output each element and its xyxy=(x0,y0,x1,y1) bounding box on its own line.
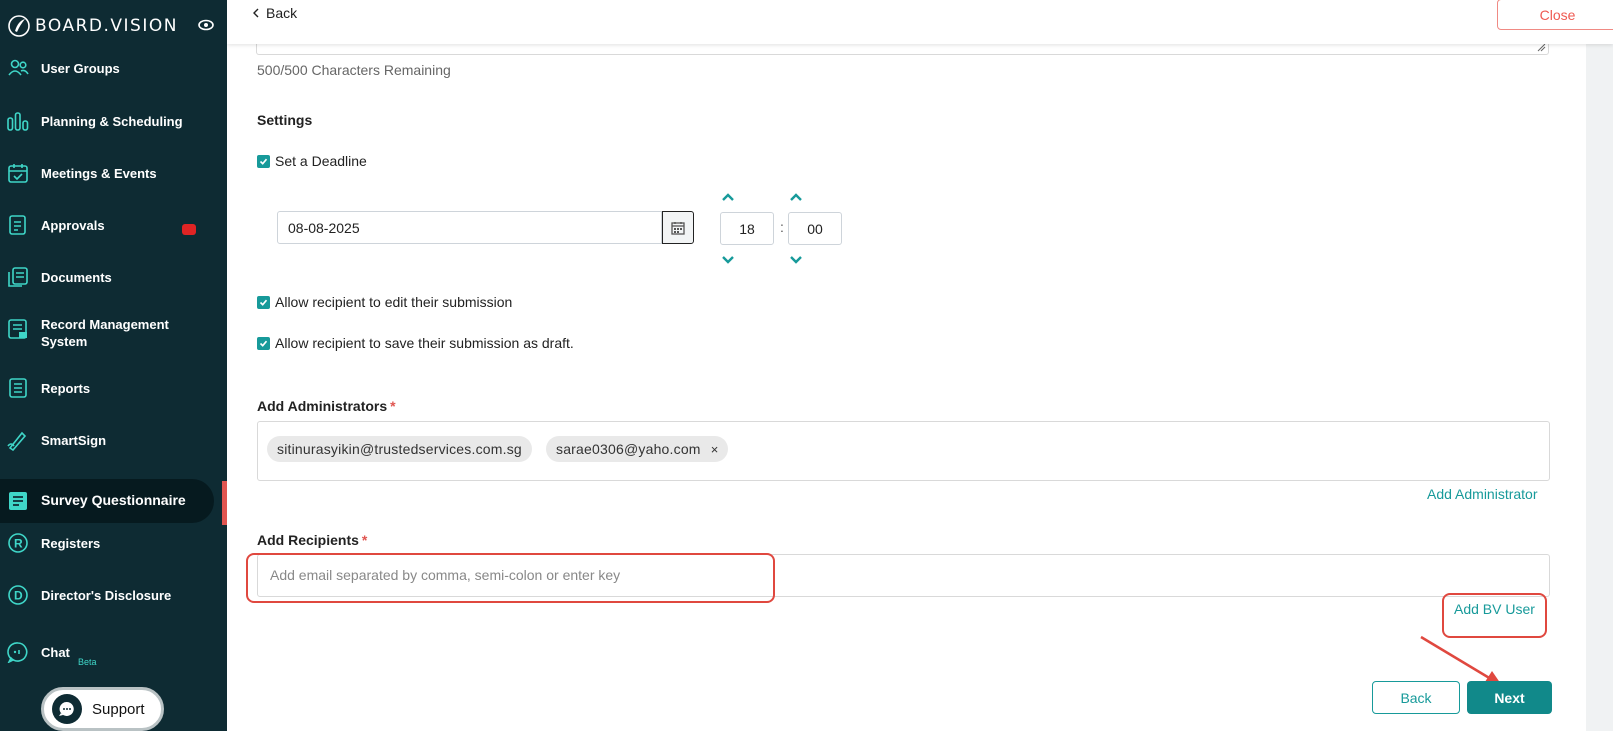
support-button[interactable]: Support xyxy=(41,687,164,731)
admin-chip[interactable]: sitinurasyikin@trustedservices.com.sg xyxy=(267,436,532,462)
admins-title: Add Administrators * xyxy=(257,398,396,414)
disclosure-icon: D xyxy=(8,585,28,605)
survey-icon xyxy=(9,492,27,510)
deadline-checkbox-row[interactable]: Set a Deadline xyxy=(257,153,367,169)
resize-grip-icon[interactable] xyxy=(1537,43,1546,52)
support-chat-icon xyxy=(52,694,82,724)
sidebar-item-label: Reports xyxy=(41,380,91,396)
highlight-add-bv-user xyxy=(1442,593,1547,638)
beta-badge: Beta xyxy=(78,657,97,667)
logo-mark-icon xyxy=(8,15,30,37)
recipients-title: Add Recipients * xyxy=(257,532,367,548)
topbar: Back Close xyxy=(227,0,1613,44)
hour-input[interactable]: 18 xyxy=(720,212,774,245)
admin-email: sarae0306@yaho.com xyxy=(556,441,701,457)
required-mark: * xyxy=(361,532,368,548)
allow-draft-checkbox-row[interactable]: Allow recipient to save their submission… xyxy=(257,335,574,351)
time-separator: : xyxy=(780,219,784,235)
approvals-icon xyxy=(9,215,26,235)
sidebar-item-label: Registers xyxy=(41,535,101,551)
highlight-recipients-input xyxy=(246,553,775,603)
allow-edit-label: Allow recipient to edit their submission xyxy=(275,294,513,310)
sidebar-item-label: User Groups xyxy=(41,60,120,76)
svg-text:R: R xyxy=(14,537,23,551)
back-link[interactable]: Back xyxy=(252,5,297,21)
logo[interactable]: BOARD.VISION xyxy=(6,13,178,39)
remove-chip-icon[interactable]: × xyxy=(711,442,719,457)
sidebar-item-label: Meetings & Events xyxy=(41,165,157,181)
chat-icon xyxy=(7,642,28,663)
eye-icon[interactable] xyxy=(198,19,214,31)
sidebar-item-label: Survey Questionnaire xyxy=(41,492,186,508)
sidebar: BOARD.VISION User Groups Planning & Sche… xyxy=(0,0,227,731)
svg-text:D: D xyxy=(14,589,23,603)
sidebar-item-label: Approvals xyxy=(41,217,105,233)
admins-field[interactable]: sitinurasyikin@trustedservices.com.sg sa… xyxy=(257,421,1550,481)
sidebar-item-smartsign[interactable]: SmartSign xyxy=(0,429,227,451)
record-management-icon xyxy=(8,319,27,339)
sidebar-item-user-groups[interactable]: User Groups xyxy=(0,57,227,79)
notification-badge xyxy=(182,224,196,235)
deadline-label: Set a Deadline xyxy=(275,153,367,169)
documents-icon xyxy=(8,267,28,287)
chevron-left-icon xyxy=(253,8,259,18)
sidebar-item-documents[interactable]: Documents xyxy=(0,266,227,288)
deadline-date-input[interactable]: 08-08-2025 xyxy=(277,211,662,244)
allow-edit-checkbox-row[interactable]: Allow recipient to edit their submission xyxy=(257,294,512,310)
minute-up-icon[interactable] xyxy=(789,193,803,202)
back-button[interactable]: Back xyxy=(1372,681,1460,714)
support-label: Support xyxy=(92,700,145,718)
sidebar-item-label: Documents xyxy=(41,269,112,285)
calendar-icon xyxy=(671,221,685,235)
checkbox-checked-icon[interactable] xyxy=(257,336,270,350)
add-administrator-link[interactable]: Add Administrator xyxy=(1427,486,1538,502)
sidebar-item-registers[interactable]: R Registers xyxy=(0,532,227,554)
smartsign-icon xyxy=(7,431,27,451)
admin-email: sitinurasyikin@trustedservices.com.sg xyxy=(277,441,522,457)
sidebar-item-record-management[interactable]: Record Management System xyxy=(0,316,227,350)
users-icon xyxy=(8,59,29,76)
sidebar-item-label: Record Management System xyxy=(41,317,169,349)
admins-title-text: Add Administrators xyxy=(257,398,388,414)
allow-draft-label: Allow recipient to save their submission… xyxy=(275,335,574,351)
sidebar-item-label: Planning & Scheduling xyxy=(41,113,183,129)
char-remaining: 500/500 Characters Remaining xyxy=(257,62,451,78)
next-button[interactable]: Next xyxy=(1467,681,1552,714)
calendar-button[interactable] xyxy=(662,211,694,244)
checkbox-checked-icon[interactable] xyxy=(257,295,270,309)
recipients-title-text: Add Recipients xyxy=(257,532,359,548)
hour-up-icon[interactable] xyxy=(721,193,735,202)
calendar-check-icon xyxy=(8,164,28,183)
registers-icon: R xyxy=(8,533,28,553)
close-button[interactable]: Close xyxy=(1497,0,1613,30)
main-content: 500/500 Characters Remaining Settings Se… xyxy=(227,0,1613,731)
admin-chip[interactable]: sarae0306@yaho.com × xyxy=(546,436,729,462)
right-gutter xyxy=(1586,44,1613,731)
planning-icon xyxy=(7,112,29,131)
sidebar-item-reports[interactable]: Reports xyxy=(0,377,227,399)
sidebar-item-label: Chat xyxy=(41,644,70,660)
back-link-label: Back xyxy=(266,5,298,21)
sidebar-item-planning[interactable]: Planning & Scheduling xyxy=(0,110,227,132)
checkbox-checked-icon[interactable] xyxy=(257,154,270,168)
settings-title: Settings xyxy=(257,112,313,128)
sidebar-item-label: SmartSign xyxy=(41,432,107,448)
sidebar-item-label: Director's Disclosure xyxy=(41,587,172,603)
sidebar-item-directors-disclosure[interactable]: D Director's Disclosure xyxy=(0,584,227,606)
minute-down-icon[interactable] xyxy=(789,255,803,264)
form-area: 500/500 Characters Remaining Settings Se… xyxy=(227,0,1586,731)
brand-name: BOARD.VISION xyxy=(35,16,178,36)
sidebar-item-survey-questionnaire[interactable]: Survey Questionnaire xyxy=(0,479,214,523)
reports-icon xyxy=(9,378,27,398)
required-mark: * xyxy=(390,398,396,414)
sidebar-item-chat[interactable]: Chat xyxy=(0,641,227,663)
minute-input[interactable]: 00 xyxy=(788,212,842,245)
hour-down-icon[interactable] xyxy=(721,255,735,264)
sidebar-item-meetings[interactable]: Meetings & Events xyxy=(0,162,227,184)
